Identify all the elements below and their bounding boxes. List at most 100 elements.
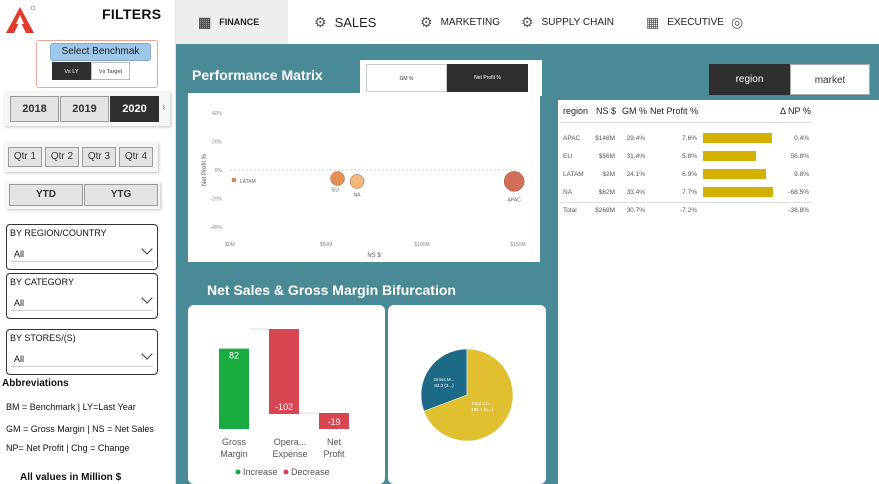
legend-marker — [283, 469, 289, 475]
x-tick-label: $150M — [510, 242, 525, 248]
year-2018-button[interactable]: 2018 — [10, 96, 59, 122]
scatter-point — [503, 171, 525, 192]
y-tick-label: 20% — [212, 140, 223, 146]
waterfall-value-label: -19 — [327, 417, 340, 427]
nsgm-title: Net Sales & Gross Margin Bifurcation — [207, 282, 456, 298]
chevron-down-icon[interactable] — [141, 348, 153, 360]
cell-chg: 9.8% — [794, 171, 809, 178]
y-tick-label: -20% — [210, 197, 222, 203]
cell-np: 7.7% — [682, 189, 697, 196]
finance-icon: ▦ — [198, 13, 212, 30]
net-profit-percent-tab[interactable]: Net Profit % — [447, 64, 528, 92]
y-tick-label: 0% — [215, 168, 223, 174]
legend-label: Decrease — [291, 467, 330, 477]
category-label: BY CATEGORY — [10, 277, 75, 287]
qtr-2-button[interactable]: Qtr 2 — [45, 147, 79, 167]
cell-chg: -38.8% — [788, 207, 809, 214]
cell-ns: $62M — [598, 189, 615, 196]
waterfall-category-label: Expense — [272, 449, 307, 459]
supply-chain-icon: ⚙ — [521, 13, 534, 30]
region-country-value: All — [14, 249, 25, 259]
cell-region: Total — [563, 207, 577, 214]
dropdown-underline — [11, 310, 153, 311]
stores-dropdown[interactable]: BY STORES/(S) All — [6, 329, 158, 375]
executive-icon: ▦ — [646, 13, 660, 30]
benchmark-selector: Select Benchmak (BM) Vs LY Vs Target — [36, 40, 158, 88]
tab-extra[interactable]: ◎ — [731, 0, 751, 44]
chevron-down-icon[interactable] — [141, 243, 153, 255]
filters-title: FILTERS — [102, 6, 162, 22]
region-country-dropdown[interactable]: BY REGION/COUNTRY All — [6, 224, 158, 270]
quarter-slicer: Qtr 1 Qtr 2 Qtr 3 Qtr 4 — [4, 142, 158, 172]
col-header-delta-np[interactable]: Δ NP % — [780, 106, 811, 116]
cell-np: 7.6% — [682, 135, 697, 142]
category-dropdown[interactable]: BY CATEGORY All — [6, 273, 158, 319]
select-benchmark-button[interactable]: Select Benchmak (BM) — [50, 43, 151, 73]
vs-ly-option[interactable]: Vs LY — [52, 62, 91, 80]
top-navigation: ▦ FINANCE ⚙ SALES ⚙ MARKETING ⚙ SUPPLY C… — [176, 0, 879, 44]
cell-region: APAC — [563, 135, 581, 142]
sales-icon: ⚙ — [314, 13, 327, 30]
tab-supply-chain-label: SUPPLY CHAIN — [541, 16, 614, 28]
period-slicer: YTD YTG — [6, 182, 160, 209]
col-header-ns[interactable]: NS $ — [596, 106, 616, 116]
year-2020-button[interactable]: 2020 — [110, 96, 159, 122]
cell-gm: 33.4% — [626, 189, 645, 196]
cell-np: 5.8% — [682, 153, 697, 160]
cell-ns: $56M — [598, 153, 615, 160]
performance-metric-toggle: GM % Net Profit % — [360, 60, 542, 96]
marketing-icon: ⚙ — [420, 13, 433, 30]
y-tick-label: 40% — [212, 111, 223, 117]
qtr-4-button[interactable]: Qtr 4 — [119, 147, 153, 167]
waterfall-chart: 82 Gross Margin -102 Opera... Expense -19 Net Pr… — [219, 328, 349, 477]
pie-slice-label: Gross M... — [434, 377, 455, 382]
waterfall-value-label: 82 — [229, 351, 239, 361]
col-header-gm[interactable]: GM % — [622, 106, 647, 116]
category-value: All — [14, 298, 25, 308]
waterfall-category-label: Opera... — [274, 437, 307, 447]
x-axis-label: NS $ — [367, 253, 381, 259]
legend-label: Increase — [243, 467, 278, 477]
dropdown-underline — [11, 366, 153, 367]
cell-gm: 31.4% — [626, 153, 645, 160]
table-row[interactable]: EU $56M 31.4% 5.8% 56.8% — [560, 147, 812, 165]
table-total-row[interactable]: Total $268M 30.7% -7.2% -38.8% — [560, 201, 812, 219]
region-toggle[interactable]: region — [709, 64, 790, 95]
x-tick-label: $50M — [320, 242, 333, 248]
qtr-3-button[interactable]: Qtr 3 — [82, 147, 116, 167]
table-row[interactable]: LATAM $2M 24.1% 6.9% 9.8% — [560, 165, 812, 183]
chevron-right-icon[interactable]: › — [162, 102, 165, 113]
gm-percent-tab[interactable]: GM % — [366, 64, 447, 92]
ytd-button[interactable]: YTD — [9, 184, 83, 206]
chevron-down-icon[interactable] — [141, 292, 153, 304]
waterfall-category-label: Gross — [222, 437, 247, 447]
net-profit-data-bar — [703, 151, 756, 161]
filter-sidebar: FILTERS Select Benchmak (BM) Vs LY Vs Ta… — [0, 0, 176, 484]
abbr-line-3: NP= Net Profit | Chg = Change — [6, 443, 130, 453]
abbr-line-1: BM = Benchmark | LY=Last Year — [6, 402, 136, 412]
tab-finance[interactable]: ▦ FINANCE — [176, 0, 288, 44]
pie-slice-value: 185.7 (6...) — [471, 407, 493, 412]
net-profit-data-bar — [703, 169, 766, 179]
vs-target-option[interactable]: Vs Target — [91, 62, 130, 80]
legend-marker — [235, 469, 241, 475]
tab-executive[interactable]: ▦ EXECUTIVE — [646, 0, 724, 44]
table-row[interactable]: APAC $148M 29.4% 7.6% 0.4% — [560, 129, 812, 147]
col-header-net-profit[interactable]: Net Profit % — [650, 106, 698, 116]
company-logo — [6, 5, 36, 33]
tab-sales-label: SALES — [334, 14, 377, 30]
table-row[interactable]: NA $62M 33.4% 7.7% -68.5% — [560, 183, 812, 201]
qtr-1-button[interactable]: Qtr 1 — [8, 147, 42, 167]
performance-scatter-chart: 40% 20% 0% -20% -40% $0M $50M $100M $150M NS $ Net… — [202, 111, 526, 259]
tab-sales[interactable]: ⚙ SALES — [314, 0, 376, 44]
cell-np: -7.2% — [680, 207, 697, 214]
year-2019-button[interactable]: 2019 — [60, 96, 109, 122]
cell-chg: 0.4% — [794, 135, 809, 142]
tab-supply-chain[interactable]: ⚙ SUPPLY CHAIN — [521, 0, 614, 44]
table-header-divider — [560, 122, 812, 123]
col-header-region[interactable]: region — [563, 106, 588, 116]
market-toggle[interactable]: market — [790, 64, 870, 95]
stores-label: BY STORES/(S) — [10, 333, 76, 343]
ytg-button[interactable]: YTG — [84, 184, 158, 206]
tab-marketing[interactable]: ⚙ MARKETING — [420, 0, 500, 44]
